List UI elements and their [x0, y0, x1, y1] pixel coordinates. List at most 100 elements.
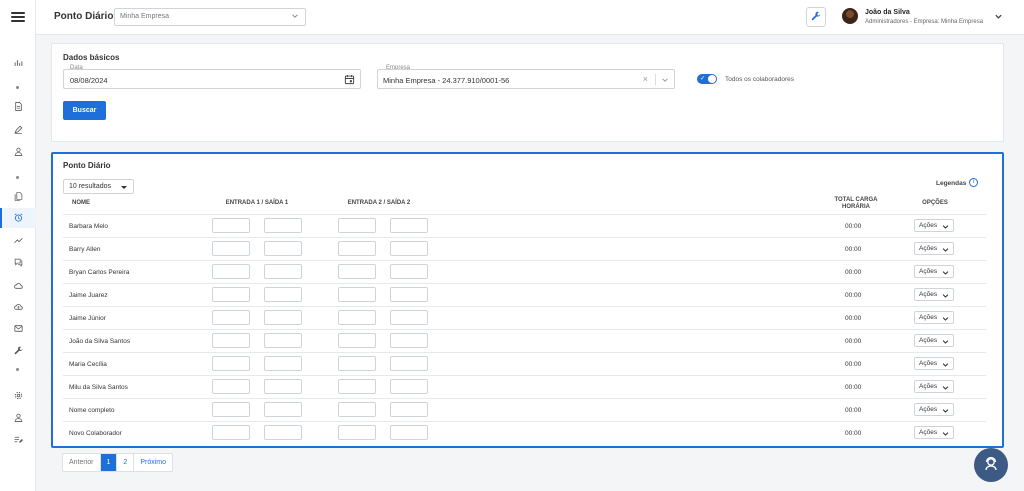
actions-label: Ações: [919, 406, 938, 413]
table-row: Maria Cecília 00:00 Ações: [63, 352, 986, 375]
actions-dropdown[interactable]: Ações: [914, 380, 954, 393]
entry1-input[interactable]: [212, 425, 250, 440]
exit1-input[interactable]: [264, 218, 302, 233]
alarm-clock-icon[interactable]: [12, 212, 24, 222]
actions-dropdown[interactable]: Ações: [914, 426, 954, 439]
exit2-input[interactable]: [390, 287, 428, 302]
section-separator-dot: [16, 86, 19, 89]
entry2-input[interactable]: [338, 310, 376, 325]
list-edit-icon[interactable]: [12, 434, 24, 444]
exit2-input[interactable]: [390, 241, 428, 256]
section-separator-dot: [16, 176, 19, 179]
entry2-input[interactable]: [338, 264, 376, 279]
table-row: Bryan Carlos Pereira 00:00 Ações: [63, 260, 986, 283]
pagination-prev[interactable]: Anterior: [63, 454, 101, 471]
chart-icon[interactable]: [12, 57, 24, 67]
table-row: Jaime Juarez 00:00 Ações: [63, 283, 986, 306]
actions-dropdown[interactable]: Ações: [914, 242, 954, 255]
exit1-input[interactable]: [264, 425, 302, 440]
entry1-input[interactable]: [212, 241, 250, 256]
entry2-input[interactable]: [338, 218, 376, 233]
actions-dropdown[interactable]: Ações: [914, 265, 954, 278]
pagination-page-2[interactable]: 2: [117, 454, 135, 471]
entry1-input[interactable]: [212, 218, 250, 233]
company-select[interactable]: Minha Empresa: [114, 8, 306, 26]
actions-dropdown[interactable]: Ações: [914, 219, 954, 232]
pagination-page-1[interactable]: 1: [100, 454, 118, 471]
entry1-input[interactable]: [212, 402, 250, 417]
exit2-input[interactable]: [390, 379, 428, 394]
col-header-options: OPÇÕES: [922, 200, 948, 206]
calendar-icon[interactable]: [344, 74, 355, 87]
entry2-input[interactable]: [338, 402, 376, 417]
col-header-total-line1: TOTAL CARGA: [834, 197, 878, 203]
cloud-upload-icon[interactable]: [12, 301, 24, 311]
entry2-input[interactable]: [338, 241, 376, 256]
pen-icon[interactable]: [12, 124, 24, 134]
exit2-input[interactable]: [390, 425, 428, 440]
user-icon[interactable]: [12, 412, 24, 422]
actions-dropdown[interactable]: Ações: [914, 288, 954, 301]
user-icon[interactable]: [12, 146, 24, 156]
tools-button[interactable]: [806, 7, 826, 27]
entry1-input[interactable]: [212, 287, 250, 302]
chat-icon[interactable]: [12, 257, 24, 267]
all-employees-toggle[interactable]: ✓: [697, 74, 717, 84]
exit1-input[interactable]: [264, 310, 302, 325]
caret-down-icon: [121, 186, 127, 189]
exit1-input[interactable]: [264, 241, 302, 256]
files-icon[interactable]: [12, 191, 24, 201]
hamburger-menu-icon[interactable]: [11, 12, 25, 22]
entry1-input[interactable]: [212, 264, 250, 279]
chevron-down-icon[interactable]: [661, 76, 669, 86]
exit1-input[interactable]: [264, 333, 302, 348]
entry1-input[interactable]: [212, 333, 250, 348]
exit1-input[interactable]: [264, 264, 302, 279]
mail-icon[interactable]: [12, 323, 24, 333]
entry1-input[interactable]: [212, 310, 250, 325]
entry2-input[interactable]: [338, 356, 376, 371]
company-select-value: Minha Empresa: [120, 13, 170, 20]
exit1-input[interactable]: [264, 402, 302, 417]
actions-dropdown[interactable]: Ações: [914, 311, 954, 324]
company-field[interactable]: Minha Empresa - 24.377.910/0001-56 ×: [377, 69, 675, 89]
search-button[interactable]: Buscar: [63, 101, 106, 120]
gear-icon[interactable]: [12, 390, 24, 400]
exit2-input[interactable]: [390, 333, 428, 348]
actions-label: Ações: [919, 360, 938, 367]
exit2-input[interactable]: [390, 310, 428, 325]
exit2-input[interactable]: [390, 218, 428, 233]
document-icon[interactable]: [12, 101, 24, 111]
cloud-icon[interactable]: [12, 280, 24, 290]
exit1-input[interactable]: [264, 379, 302, 394]
wrench-icon[interactable]: [12, 345, 24, 355]
entry2-input[interactable]: [338, 379, 376, 394]
legend-link[interactable]: Legendas: [936, 180, 966, 187]
avatar[interactable]: [842, 8, 858, 24]
actions-dropdown[interactable]: Ações: [914, 357, 954, 370]
exit2-input[interactable]: [390, 264, 428, 279]
actions-dropdown[interactable]: Ações: [914, 334, 954, 347]
actions-dropdown[interactable]: Ações: [914, 403, 954, 416]
employee-name: Barry Allen: [69, 246, 101, 253]
entry2-input[interactable]: [338, 287, 376, 302]
entry1-input[interactable]: [212, 379, 250, 394]
info-icon[interactable]: i: [969, 178, 978, 187]
entry2-input[interactable]: [338, 333, 376, 348]
exit2-input[interactable]: [390, 402, 428, 417]
entry1-input[interactable]: [212, 356, 250, 371]
clear-icon[interactable]: ×: [643, 74, 648, 84]
chevron-down-icon[interactable]: [994, 12, 1003, 23]
trend-icon[interactable]: [12, 235, 24, 245]
exit1-input[interactable]: [264, 287, 302, 302]
exit1-input[interactable]: [264, 356, 302, 371]
pagination-next[interactable]: Próximo: [134, 454, 172, 471]
support-chat-button[interactable]: [974, 448, 1008, 482]
exit2-input[interactable]: [390, 356, 428, 371]
actions-label: Ações: [919, 245, 938, 252]
actions-label: Ações: [919, 337, 938, 344]
entry2-input[interactable]: [338, 425, 376, 440]
user-name[interactable]: João da Silva: [865, 9, 910, 16]
date-field[interactable]: 08/08/2024: [63, 69, 361, 89]
results-per-page-select[interactable]: 10 resultados: [63, 179, 134, 194]
